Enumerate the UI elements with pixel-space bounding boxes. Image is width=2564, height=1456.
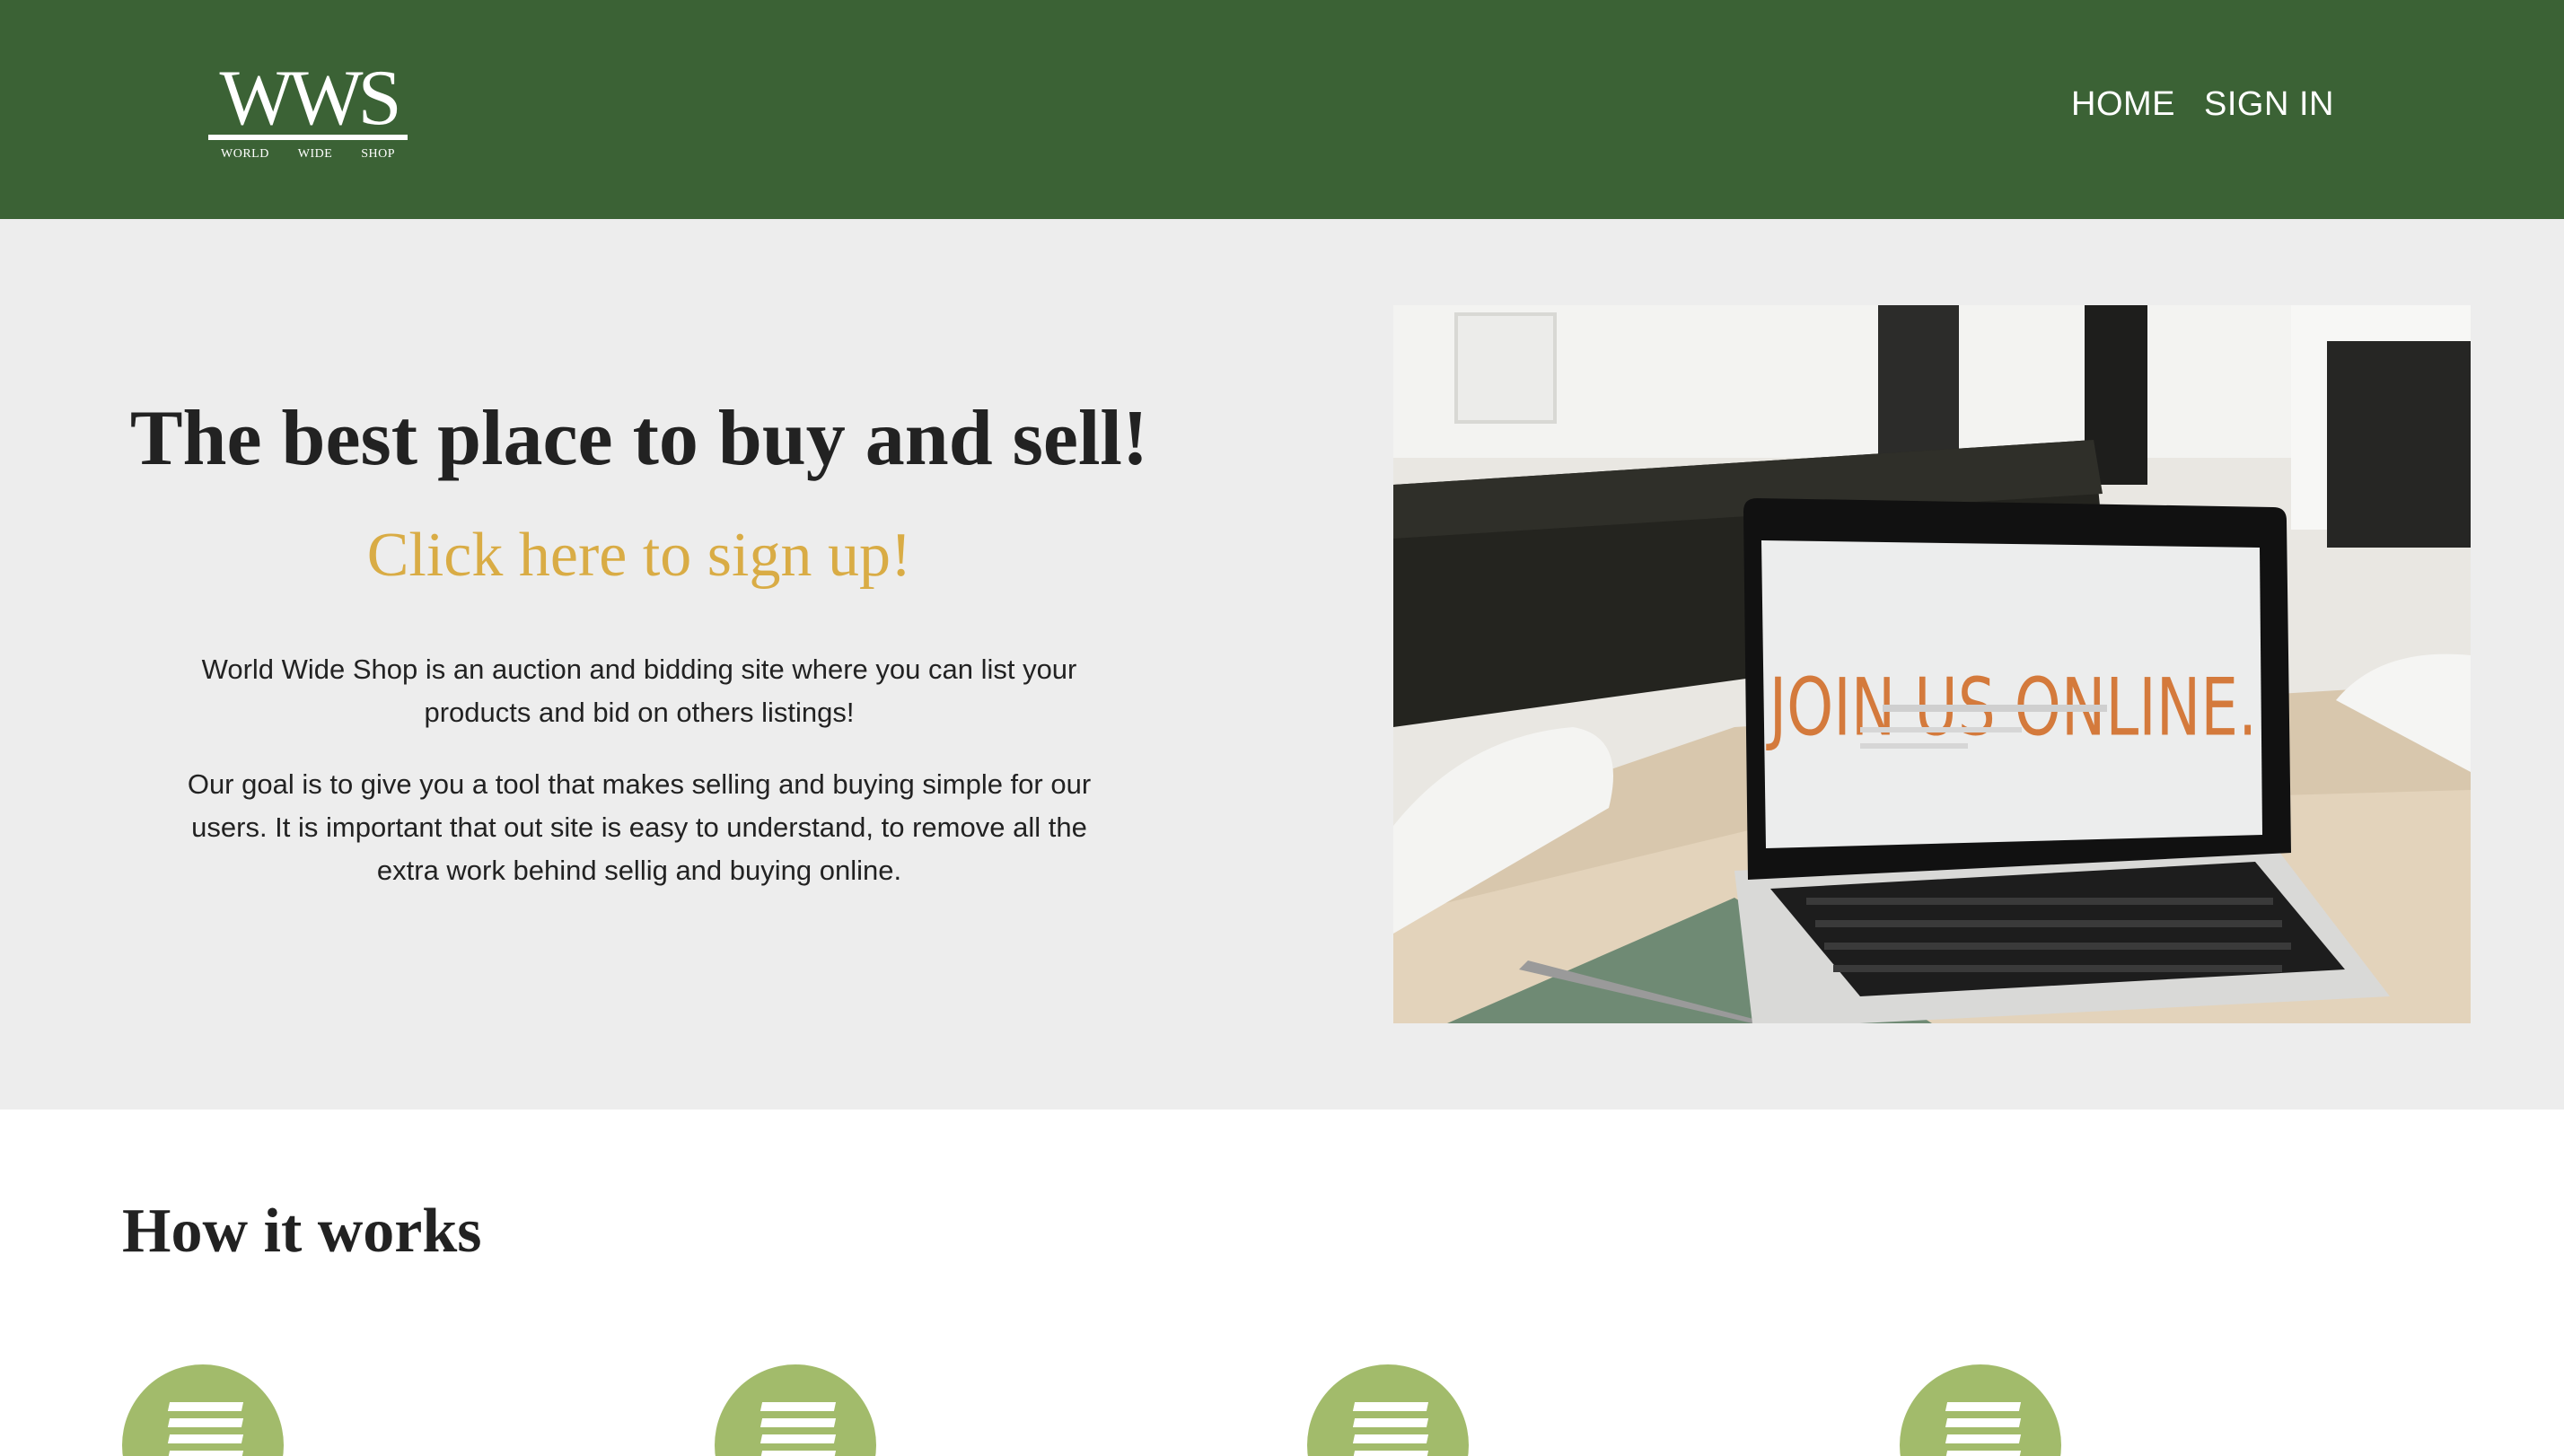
logo-mark: WWS <box>219 55 401 142</box>
sign-up-link[interactable]: Click here to sign up! <box>99 515 1180 596</box>
list-icon <box>122 1364 284 1456</box>
list-icon <box>1900 1364 2061 1456</box>
logo-rule <box>208 135 408 140</box>
nav-home-link[interactable]: HOME <box>2071 79 2175 129</box>
nav-sign-in-link[interactable]: SIGN IN <box>2204 79 2334 129</box>
hero-description: World Wide Shop is an auction and biddin… <box>201 653 1077 728</box>
site-logo[interactable]: WWS WORLD WIDE SHOP <box>208 55 408 167</box>
site-header: WWS WORLD WIDE SHOP HOME SIGN IN <box>0 0 2564 219</box>
list-icon <box>715 1364 876 1456</box>
main-nav: HOME SIGN IN <box>2071 79 2334 129</box>
hero-goal-text: Our goal is to give you a tool that make… <box>187 768 1092 886</box>
logo-subtitle: WORLD WIDE SHOP <box>208 147 408 162</box>
list-icon <box>1307 1364 1469 1456</box>
logo-sub-word: WIDE <box>297 147 333 161</box>
logo-sub-word: SHOP <box>361 147 395 161</box>
hero-laptop-image: JOIN US ONLINE. <box>1393 305 2471 1023</box>
how-it-works-title: How it works <box>122 1197 482 1266</box>
hero-title: The best place to buy and sell! <box>129 395 1149 482</box>
hero-section: The best place to buy and sell! Click he… <box>0 219 2564 1110</box>
logo-sub-word: WORLD <box>221 147 269 161</box>
